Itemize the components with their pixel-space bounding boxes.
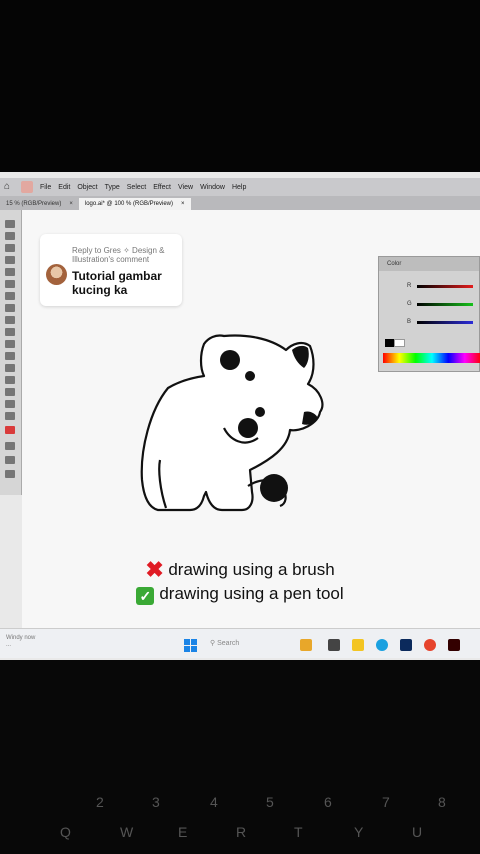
- key-r: R: [236, 824, 247, 840]
- menu-effect[interactable]: Effect: [153, 184, 171, 191]
- color-spectrum[interactable]: [383, 353, 480, 363]
- tab-label: logo.ai* @ 100 % (RGB/Preview): [84, 201, 173, 207]
- key-q: Q: [60, 824, 71, 840]
- key-t: T: [294, 824, 303, 840]
- top-dark-area: [0, 0, 480, 172]
- menu-help[interactable]: Help: [232, 184, 246, 191]
- pen-tool-icon[interactable]: [5, 244, 15, 252]
- caption-text-2: drawing using a pen tool: [159, 584, 344, 603]
- screen-mode-icon[interactable]: [5, 456, 15, 464]
- key-5: 5: [266, 794, 274, 810]
- more-tools-icon[interactable]: [5, 470, 15, 478]
- game-app-icon[interactable]: [300, 639, 312, 651]
- scale-tool-icon[interactable]: [5, 340, 15, 348]
- key-4: 4: [210, 794, 218, 810]
- key-w: W: [120, 824, 134, 840]
- fill-color-swatch[interactable]: [5, 442, 15, 450]
- panel-title: Color: [379, 257, 479, 271]
- widget-line-1: Windy now: [6, 635, 36, 641]
- photoshop-icon[interactable]: [400, 639, 412, 651]
- edge-browser-icon[interactable]: [376, 639, 388, 651]
- channel-g-label: G: [407, 301, 412, 307]
- caption-line-2: ✓ drawing using a pen tool: [0, 584, 480, 605]
- brush-tool-icon[interactable]: [5, 292, 15, 300]
- menu-file[interactable]: File: [40, 184, 51, 191]
- task-view-icon[interactable]: [328, 639, 340, 651]
- chrome-icon[interactable]: [424, 639, 436, 651]
- comment-text: Tutorial gambar kucing ka: [72, 269, 162, 297]
- widget-line-2: ...: [6, 642, 12, 648]
- fill-stroke-chips[interactable]: [385, 339, 405, 347]
- menu-select[interactable]: Select: [127, 184, 146, 191]
- menu-type[interactable]: Type: [105, 184, 120, 191]
- laptop-screen: ⌂ File Edit Object Type Select Effect Vi…: [0, 172, 480, 660]
- windows-start-icon[interactable]: [184, 639, 197, 652]
- blue-slider[interactable]: [417, 321, 473, 324]
- tab-label: 15 % (RGB/Preview): [6, 201, 62, 207]
- avatar: [46, 264, 67, 285]
- chart-tool-icon[interactable]: [5, 400, 15, 408]
- channel-b-label: B: [407, 319, 412, 325]
- tools-panel: [0, 210, 22, 495]
- menu-object[interactable]: Object: [77, 184, 97, 191]
- key-2: 2: [96, 794, 104, 810]
- reply-to-text: Reply to Gres ✧ Design & Illustration's …: [72, 246, 165, 264]
- weather-widget[interactable]: Windy now ...: [6, 635, 35, 649]
- cross-mark-icon: ✖: [145, 557, 164, 582]
- color-panel: Color R G B: [378, 256, 480, 372]
- gradient-tool-icon[interactable]: [5, 376, 15, 384]
- check-mark-icon: ✓: [136, 587, 155, 605]
- menu-bar: ⌂ File Edit Object Type Select Effect Vi…: [0, 178, 480, 196]
- menu-view[interactable]: View: [178, 184, 193, 191]
- app-logo-icon: [21, 181, 33, 193]
- line-tool-icon[interactable]: [5, 268, 15, 276]
- eyedropper-tool-icon[interactable]: [5, 388, 15, 396]
- caption-line-1: ✖ drawing using a brush: [0, 557, 480, 582]
- direct-selection-tool-icon[interactable]: [5, 232, 15, 240]
- pencil-tool-icon[interactable]: [5, 304, 15, 312]
- key-u: U: [412, 824, 423, 840]
- illustrator-icon[interactable]: [448, 639, 460, 651]
- taskbar-search[interactable]: ⚲ Search: [210, 639, 239, 647]
- reply-comment-sticker: Reply to Gres ✧ Design & Illustration's …: [40, 234, 182, 306]
- caption-text-1: drawing using a brush: [168, 560, 335, 579]
- menu-edit[interactable]: Edit: [58, 184, 70, 191]
- stroke-color-swatch[interactable]: [5, 426, 15, 434]
- close-icon[interactable]: ×: [181, 198, 185, 210]
- key-y: Y: [354, 824, 364, 840]
- selection-tool-icon[interactable]: [5, 220, 15, 228]
- taskbar: Windy now ... ⚲ Search: [0, 628, 480, 658]
- laptop-keyboard: 2 3 4 5 6 7 8 Q W E R T Y U: [0, 660, 480, 854]
- zoom-tool-icon[interactable]: [5, 412, 15, 420]
- channel-r-label: R: [407, 283, 412, 289]
- red-slider[interactable]: [417, 285, 473, 288]
- rotate-tool-icon[interactable]: [5, 328, 15, 336]
- key-3: 3: [152, 794, 160, 810]
- shape-builder-tool-icon[interactable]: [5, 364, 15, 372]
- cat-illustration: [140, 334, 324, 512]
- menu-window[interactable]: Window: [200, 184, 225, 191]
- key-6: 6: [324, 794, 332, 810]
- green-slider[interactable]: [417, 303, 473, 306]
- eraser-tool-icon[interactable]: [5, 316, 15, 324]
- key-7: 7: [382, 794, 390, 810]
- tab-document-2[interactable]: logo.ai* @ 100 % (RGB/Preview) ×: [78, 198, 191, 210]
- key-e: E: [178, 824, 188, 840]
- key-8: 8: [438, 794, 446, 810]
- file-explorer-icon[interactable]: [352, 639, 364, 651]
- home-icon[interactable]: ⌂: [4, 182, 14, 192]
- type-tool-icon[interactable]: [5, 256, 15, 264]
- close-icon[interactable]: ×: [69, 198, 73, 210]
- tab-document-1[interactable]: 15 % (RGB/Preview) ×: [0, 198, 79, 210]
- search-label: Search: [217, 640, 240, 647]
- width-tool-icon[interactable]: [5, 352, 15, 360]
- rectangle-tool-icon[interactable]: [5, 280, 15, 288]
- document-tabs: 15 % (RGB/Preview) × logo.ai* @ 100 % (R…: [0, 196, 480, 210]
